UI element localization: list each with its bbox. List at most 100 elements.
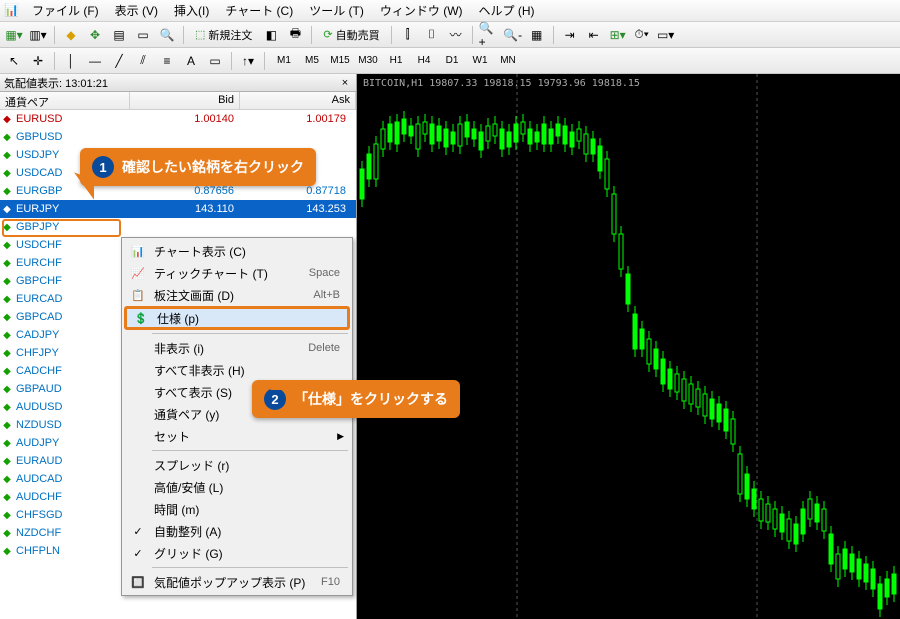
- symbol-name: AUDUSD: [14, 401, 130, 413]
- market-watch-title-bar: 気配値表示: 13:01:21 ×: [0, 74, 356, 92]
- context-menu-item[interactable]: 時間 (m): [124, 498, 350, 520]
- hline-tool[interactable]: —: [84, 50, 106, 72]
- submenu-arrow-icon: ▶: [337, 431, 344, 442]
- timeframe-m1[interactable]: M1: [270, 51, 298, 71]
- channel-tool[interactable]: ⫽: [132, 50, 154, 72]
- auto-scroll-button[interactable]: ⇥: [559, 24, 581, 46]
- menu-chart[interactable]: チャート (C): [217, 0, 301, 22]
- bar-chart-button[interactable]: ⫿: [397, 24, 419, 46]
- symbol-name: CADJPY: [14, 329, 130, 341]
- direction-icon: ◆: [0, 132, 14, 143]
- timeframe-w1[interactable]: W1: [466, 51, 494, 71]
- symbol-name: GBPCAD: [14, 311, 130, 323]
- bid-value: 143.110: [130, 203, 240, 215]
- timeframe-h4[interactable]: H4: [410, 51, 438, 71]
- data-window-toggle[interactable]: ▤: [108, 24, 130, 46]
- symbol-row-gbpusd[interactable]: ◆GBPUSD: [0, 128, 356, 146]
- tile-windows-button[interactable]: ▦: [526, 24, 548, 46]
- navigator-toggle[interactable]: ✥: [84, 24, 106, 46]
- line-chart-button[interactable]: 〰: [445, 24, 467, 46]
- context-menu-icon: 🔲: [128, 576, 148, 589]
- context-menu-item[interactable]: 📋板注文画面 (D)Alt+B: [124, 284, 350, 306]
- timeframe-mn[interactable]: MN: [494, 51, 522, 71]
- context-menu-item[interactable]: 📊チャート表示 (C): [124, 240, 350, 262]
- timeframe-m15[interactable]: M15: [326, 51, 354, 71]
- direction-icon: ◆: [0, 402, 14, 413]
- metaquotes-button[interactable]: ◧: [260, 24, 282, 46]
- autotrade-label: 自動売買: [336, 27, 380, 43]
- candle-chart-button[interactable]: ⌷: [421, 24, 443, 46]
- zoom-in-button[interactable]: 🔍+: [478, 24, 500, 46]
- direction-icon: ◆: [0, 150, 14, 161]
- direction-icon: ◆: [0, 294, 14, 305]
- context-menu-item[interactable]: 非表示 (i)Delete: [124, 337, 350, 359]
- context-menu-item[interactable]: すべて非表示 (H): [124, 359, 350, 381]
- arrows-tool[interactable]: ↑▾: [237, 50, 259, 72]
- col-pair[interactable]: 通貨ペア: [0, 92, 130, 109]
- context-menu-item[interactable]: 📈ティックチャート (T)Space: [124, 262, 350, 284]
- fibo-tool[interactable]: ≡: [156, 50, 178, 72]
- menu-help[interactable]: ヘルプ (H): [471, 0, 543, 22]
- symbol-name: USDCHF: [14, 239, 130, 251]
- templates-button[interactable]: ▭▾: [655, 24, 677, 46]
- col-ask[interactable]: Ask: [240, 92, 356, 109]
- menu-view[interactable]: 表示 (V): [107, 0, 166, 22]
- signals-button[interactable]: 🖶: [284, 24, 306, 46]
- new-chart-button[interactable]: ▦▾: [3, 24, 25, 46]
- context-menu-label: 高値/安値 (L): [148, 479, 346, 496]
- periods-button[interactable]: ⏱▾: [631, 24, 653, 46]
- label-tool[interactable]: ▭: [204, 50, 226, 72]
- timeframe-d1[interactable]: D1: [438, 51, 466, 71]
- context-menu-icon: ✓: [128, 547, 148, 560]
- context-menu-item[interactable]: 💲仕様 (p): [124, 306, 350, 330]
- menu-file[interactable]: ファイル (F): [24, 0, 107, 22]
- timeframe-h1[interactable]: H1: [382, 51, 410, 71]
- context-menu-item[interactable]: 高値/安値 (L): [124, 476, 350, 498]
- context-menu-item[interactable]: セット▶: [124, 425, 350, 447]
- context-menu-icon: 💲: [131, 312, 151, 325]
- context-menu-label: 自動整列 (A): [148, 523, 346, 540]
- timeframe-m30[interactable]: M30: [354, 51, 382, 71]
- menu-window[interactable]: ウィンドウ (W): [372, 0, 471, 22]
- candlestick-chart: [357, 74, 900, 619]
- market-watch-title: 気配値表示: 13:01:21: [4, 75, 108, 91]
- menu-insert[interactable]: 挿入(I): [166, 0, 217, 22]
- terminal-toggle[interactable]: ▭: [132, 24, 154, 46]
- context-menu-item[interactable]: ✓グリッド (G): [124, 542, 350, 564]
- col-bid[interactable]: Bid: [130, 92, 240, 109]
- autotrade-button[interactable]: ⟳自動売買: [317, 24, 385, 46]
- trendline-tool[interactable]: ╱: [108, 50, 130, 72]
- symbol-row-gbpjpy[interactable]: ◆GBPJPY: [0, 218, 356, 236]
- direction-icon: ◆: [0, 438, 14, 449]
- zoom-out-button[interactable]: 🔍-: [502, 24, 524, 46]
- callout-2-num: 2: [264, 388, 286, 410]
- direction-icon: ◆: [0, 510, 14, 521]
- context-menu-item[interactable]: 🔲気配値ポップアップ表示 (P)F10: [124, 571, 350, 593]
- direction-icon: ◆: [0, 384, 14, 395]
- vline-tool[interactable]: │: [60, 50, 82, 72]
- crosshair-tool[interactable]: ✛: [27, 50, 49, 72]
- direction-icon: ◆: [0, 456, 14, 467]
- symbol-name: EURCAD: [14, 293, 130, 305]
- indicators-button[interactable]: ⊞▾: [607, 24, 629, 46]
- context-menu-item[interactable]: ✓自動整列 (A): [124, 520, 350, 542]
- market-watch-toggle[interactable]: ◆: [60, 24, 82, 46]
- market-watch-close-button[interactable]: ×: [338, 77, 352, 89]
- direction-icon: ◆: [0, 186, 14, 197]
- symbol-row-eurusd[interactable]: ◆EURUSD1.001401.00179: [0, 110, 356, 128]
- direction-icon: ◆: [0, 258, 14, 269]
- text-tool[interactable]: A: [180, 50, 202, 72]
- context-menu-icon: 📋: [128, 289, 148, 302]
- chart-area[interactable]: BITCOIN,H1 19807.33 19818.15 19793.96 19…: [357, 74, 900, 619]
- new-order-button[interactable]: ⬚新規注文: [189, 24, 258, 46]
- context-menu-item[interactable]: スプレッド (r): [124, 454, 350, 476]
- strategy-tester-toggle[interactable]: 🔍: [156, 24, 178, 46]
- cursor-tool[interactable]: ↖: [3, 50, 25, 72]
- direction-icon: ◆: [0, 348, 14, 359]
- chart-shift-button[interactable]: ⇤: [583, 24, 605, 46]
- profiles-button[interactable]: ▥▾: [27, 24, 49, 46]
- symbol-row-eurjpy[interactable]: ◆EURJPY143.110143.253: [0, 200, 356, 218]
- symbol-name: NZDUSD: [14, 419, 130, 431]
- timeframe-m5[interactable]: M5: [298, 51, 326, 71]
- menu-tools[interactable]: ツール (T): [301, 0, 372, 22]
